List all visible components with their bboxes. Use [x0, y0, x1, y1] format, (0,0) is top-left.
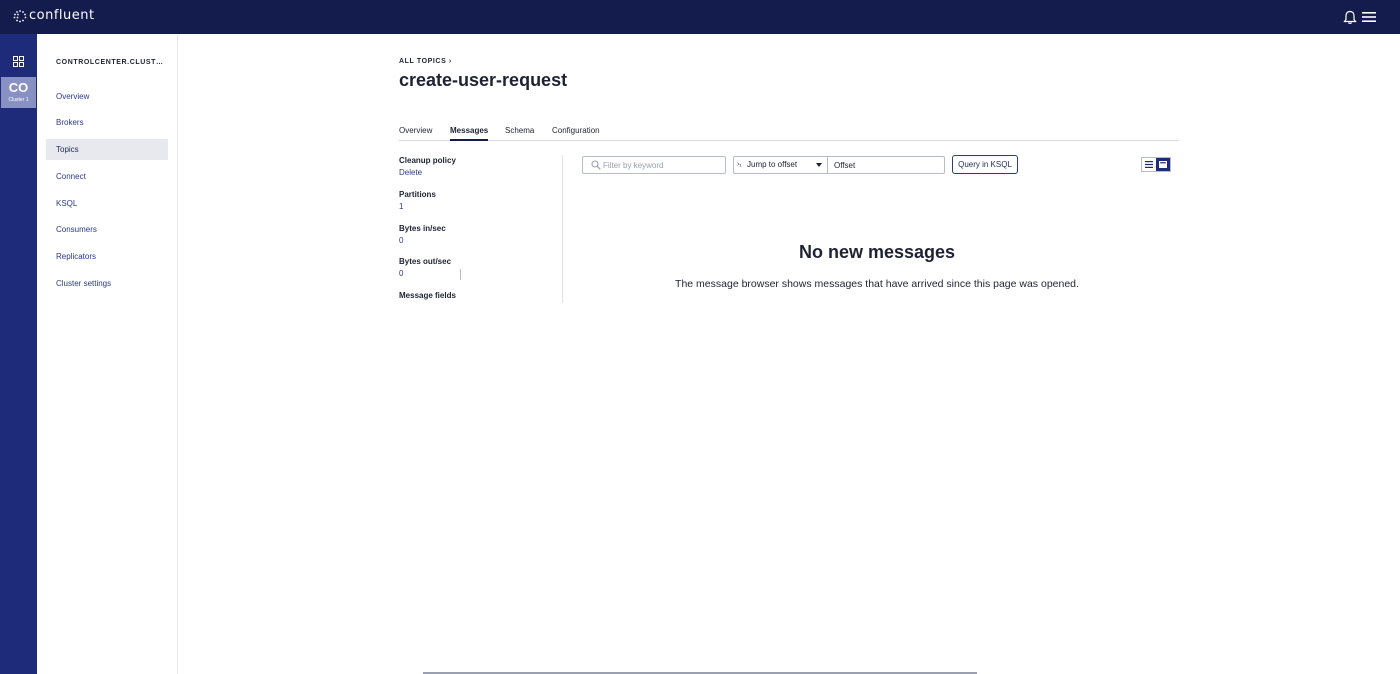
- bytes-in-value: 0: [399, 236, 404, 245]
- cluster-title: CONTROLCENTER.CLUST…: [56, 59, 164, 66]
- sidebar-item-replicators[interactable]: Replicators: [46, 246, 168, 267]
- filter-search-box[interactable]: [582, 156, 726, 174]
- partitions-label: Partitions: [399, 190, 436, 199]
- hamburger-menu-icon[interactable]: [1362, 11, 1376, 23]
- cluster-rail: [0, 34, 37, 674]
- sidebar-item-ksql[interactable]: KSQL: [46, 193, 168, 214]
- tab-overview[interactable]: Overview: [399, 126, 432, 141]
- scrollbar-thumb[interactable]: [460, 269, 461, 280]
- cleanup-policy-label: Cleanup policy: [399, 156, 456, 165]
- sidebar-item-topics[interactable]: Topics: [46, 139, 168, 160]
- query-in-ksql-button[interactable]: Query in KSQL: [952, 155, 1018, 174]
- card-view-icon: [1159, 161, 1167, 168]
- caret-down-icon: [816, 163, 822, 167]
- confluent-logo[interactable]: confluent: [13, 9, 95, 23]
- apps-grid-icon[interactable]: [13, 56, 24, 67]
- cluster-tile[interactable]: CO Cluster 1: [1, 77, 36, 108]
- tab-configuration[interactable]: Configuration: [552, 126, 600, 141]
- chevron-right-icon: ›: [448, 58, 452, 65]
- bytes-in-label: Bytes in/sec: [399, 224, 446, 233]
- empty-state-title: No new messages: [798, 242, 956, 262]
- filter-by-keyword-input[interactable]: [603, 158, 723, 172]
- sidebar-item-overview[interactable]: Overview: [46, 86, 168, 107]
- list-view-icon: [1145, 161, 1153, 168]
- cleanup-policy: Cleanup policy Delete: [399, 156, 456, 177]
- breadcrumb-all-topics[interactable]: ALL TOPICS: [399, 58, 446, 65]
- cluster-tile-name: Cluster 1: [8, 97, 29, 103]
- jump-to-offset-dropdown[interactable]: ›₁ Jump to offset: [733, 156, 828, 174]
- partitions: Partitions 1: [399, 190, 436, 211]
- view-toggle: [1141, 157, 1171, 172]
- topic-tabs: Overview Messages Schema Configuration: [399, 120, 1179, 141]
- empty-state-description: The message browser shows messages that …: [675, 278, 1079, 290]
- confluent-logo-icon: [13, 10, 27, 23]
- bytes-out-value: 0: [399, 269, 404, 278]
- search-icon: [591, 160, 601, 170]
- message-fields: Message fields: [399, 291, 456, 300]
- brand-name: confluent: [29, 8, 95, 23]
- sidebar-item-connect[interactable]: Connect: [46, 166, 168, 187]
- page-title: create-user-request: [399, 70, 568, 90]
- sidebar-item-brokers[interactable]: Brokers: [46, 112, 168, 133]
- cleanup-policy-value: Delete: [399, 168, 423, 177]
- bytes-out-label: Bytes out/sec: [399, 257, 452, 266]
- tab-messages[interactable]: Messages: [450, 126, 489, 141]
- offset-input[interactable]: [834, 158, 939, 172]
- top-bar: confluent: [0, 0, 1400, 34]
- partitions-value: 1: [399, 202, 404, 211]
- offset-field[interactable]: [827, 156, 945, 174]
- sidebar-item-cluster-settings[interactable]: Cluster settings: [46, 273, 168, 294]
- jump-to-offset-label: Jump to offset: [747, 160, 798, 169]
- bell-icon[interactable]: [1343, 10, 1357, 25]
- card-view-button[interactable]: [1156, 158, 1170, 171]
- tab-schema[interactable]: Schema: [505, 126, 534, 141]
- bytes-in: Bytes in/sec 0: [399, 224, 446, 245]
- sidebar-item-consumers[interactable]: Consumers: [46, 219, 168, 240]
- column-divider: [562, 155, 563, 303]
- cluster-abbreviation: CO: [8, 80, 29, 95]
- sidebar: CONTROLCENTER.CLUST… Overview Brokers To…: [37, 34, 178, 674]
- breadcrumb[interactable]: ALL TOPICS ›: [399, 58, 452, 65]
- bytes-out: Bytes out/sec 0: [399, 257, 451, 278]
- list-view-button[interactable]: [1142, 158, 1156, 171]
- jump-arrow-icon: ›₁: [737, 161, 742, 168]
- message-fields-label: Message fields: [399, 291, 456, 300]
